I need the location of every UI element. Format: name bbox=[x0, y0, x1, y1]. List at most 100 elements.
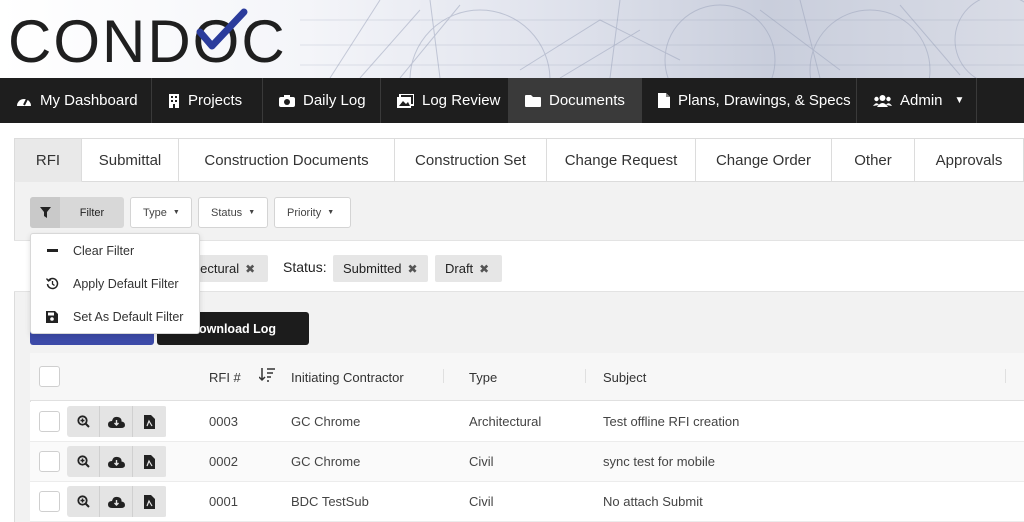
table-row[interactable]: 0003 GC Chrome Architectural Test offlin… bbox=[30, 402, 1024, 442]
cell-type: Civil bbox=[469, 494, 494, 509]
nav-log-review[interactable]: Log Review bbox=[381, 78, 509, 123]
nav-my-dashboard[interactable]: My Dashboard bbox=[0, 78, 152, 123]
column-divider bbox=[585, 369, 586, 383]
column-header-type[interactable]: Type bbox=[469, 370, 497, 385]
cell-rfi-number: 0001 bbox=[209, 494, 238, 509]
cell-rfi-number: 0003 bbox=[209, 414, 238, 429]
cell-subject: sync test for mobile bbox=[603, 454, 715, 469]
remove-filter-icon[interactable]: ✖ bbox=[408, 262, 418, 276]
zoom-icon[interactable] bbox=[67, 486, 100, 517]
select-all-checkbox[interactable] bbox=[39, 366, 60, 387]
tab-change-order[interactable]: Change Order bbox=[696, 138, 832, 182]
column-divider bbox=[1005, 369, 1006, 383]
status-chip-submitted: Submitted ✖ bbox=[333, 255, 428, 282]
menu-item-label: Set As Default Filter bbox=[73, 309, 184, 324]
chip-label: Submitted bbox=[343, 261, 402, 276]
users-icon bbox=[873, 94, 892, 107]
caret-down-icon: ▼ bbox=[172, 209, 180, 216]
nav-label: Log Review bbox=[422, 92, 501, 109]
cell-contractor: BDC TestSub bbox=[291, 494, 369, 509]
nav-label: My Dashboard bbox=[40, 92, 138, 109]
status-filter-dropdown[interactable]: Status ▼ bbox=[198, 197, 268, 228]
filter-icon bbox=[30, 197, 60, 228]
folder-icon bbox=[525, 94, 541, 107]
row-checkbox[interactable] bbox=[39, 451, 60, 472]
main-nav: My Dashboard Projects Daily Log Log Revi… bbox=[0, 78, 1024, 123]
tab-other[interactable]: Other bbox=[832, 138, 915, 182]
remove-filter-icon[interactable]: ✖ bbox=[245, 262, 255, 276]
cloud-download-icon[interactable] bbox=[100, 486, 133, 517]
cell-subject: Test offline RFI creation bbox=[603, 414, 740, 429]
images-icon bbox=[397, 93, 414, 108]
header-banner: CONDOC bbox=[0, 0, 1024, 78]
menu-item-clear-filter[interactable]: Clear Filter bbox=[31, 234, 199, 267]
save-icon bbox=[45, 310, 59, 323]
type-filter-label: Type bbox=[143, 206, 167, 219]
chevron-down-icon: ▼ bbox=[954, 95, 965, 106]
type-filter-dropdown[interactable]: Type ▼ bbox=[130, 197, 192, 228]
tab-approvals[interactable]: Approvals bbox=[915, 138, 1024, 182]
menu-item-label: Apply Default Filter bbox=[73, 276, 179, 291]
nav-documents[interactable]: Documents bbox=[509, 78, 642, 123]
row-actions bbox=[67, 406, 167, 437]
table-row[interactable]: 0001 BDC TestSub Civil No attach Submit bbox=[30, 482, 1024, 522]
column-header-contractor[interactable]: Initiating Contractor bbox=[291, 370, 404, 385]
row-checkbox[interactable] bbox=[39, 491, 60, 512]
pdf-file-icon[interactable] bbox=[133, 486, 166, 517]
tab-change-request[interactable]: Change Request bbox=[547, 138, 696, 182]
file-icon bbox=[658, 93, 670, 108]
filter-button[interactable]: Filter bbox=[30, 197, 124, 228]
tab-submittal[interactable]: Submittal bbox=[82, 138, 179, 182]
nav-admin[interactable]: Admin ▼ bbox=[857, 78, 977, 123]
menu-item-apply-default-filter[interactable]: Apply Default Filter bbox=[31, 267, 199, 300]
cell-type: Civil bbox=[469, 454, 494, 469]
cell-rfi-number: 0002 bbox=[209, 454, 238, 469]
zoom-icon[interactable] bbox=[67, 446, 100, 477]
nav-label: Documents bbox=[549, 92, 625, 109]
zoom-icon[interactable] bbox=[67, 406, 100, 437]
filter-label: Filter bbox=[79, 206, 105, 219]
menu-item-set-default-filter[interactable]: Set As Default Filter bbox=[31, 300, 199, 333]
building-icon bbox=[168, 93, 180, 108]
row-actions bbox=[67, 486, 167, 517]
caret-down-icon: ▼ bbox=[248, 209, 256, 216]
caret-down-icon: ▼ bbox=[327, 209, 335, 216]
tab-construction-documents[interactable]: Construction Documents bbox=[179, 138, 395, 182]
nav-label: Projects bbox=[188, 92, 243, 109]
filter-dropdown-menu: Clear Filter Apply Default Filter Set As… bbox=[30, 233, 200, 334]
cell-contractor: GC Chrome bbox=[291, 454, 361, 469]
sort-icon[interactable] bbox=[258, 368, 275, 387]
cell-subject: No attach Submit bbox=[603, 494, 703, 509]
tab-rfi[interactable]: RFI bbox=[14, 138, 82, 182]
status-chip-draft: Draft ✖ bbox=[435, 255, 502, 282]
cloud-download-icon[interactable] bbox=[100, 406, 133, 437]
dashboard-icon bbox=[16, 94, 32, 108]
nav-label: Plans, Drawings, & Specs bbox=[678, 92, 851, 109]
nav-projects[interactable]: Projects bbox=[152, 78, 263, 123]
row-actions bbox=[67, 446, 167, 477]
document-tabs: RFI Submittal Construction Documents Con… bbox=[14, 138, 1024, 182]
nav-plans-drawings-specs[interactable]: Plans, Drawings, & Specs bbox=[642, 78, 857, 123]
chip-label: Draft bbox=[445, 261, 474, 276]
pdf-file-icon[interactable] bbox=[133, 446, 166, 477]
minus-icon bbox=[45, 249, 59, 252]
camera-icon bbox=[279, 94, 295, 107]
nav-daily-log[interactable]: Daily Log bbox=[263, 78, 381, 123]
column-header-rfi[interactable]: RFI # bbox=[209, 370, 241, 385]
column-header-subject[interactable]: Subject bbox=[603, 370, 646, 385]
pdf-file-icon[interactable] bbox=[133, 406, 166, 437]
row-checkbox[interactable] bbox=[39, 411, 60, 432]
table-header: RFI # Initiating Contractor Type Subject bbox=[30, 353, 1024, 401]
menu-item-label: Clear Filter bbox=[73, 243, 135, 258]
table-row[interactable]: 0002 GC Chrome Civil sync test for mobil… bbox=[30, 442, 1024, 482]
nav-label: Admin bbox=[900, 92, 943, 109]
priority-filter-dropdown[interactable]: Priority ▼ bbox=[274, 197, 351, 228]
remove-filter-icon[interactable]: ✖ bbox=[479, 262, 489, 276]
cloud-download-icon[interactable] bbox=[100, 446, 133, 477]
status-filter-label: Status bbox=[211, 206, 243, 219]
status-filter-title: Status: bbox=[283, 259, 327, 275]
history-icon bbox=[45, 277, 59, 290]
column-divider bbox=[443, 369, 444, 383]
nav-label: Daily Log bbox=[303, 92, 366, 109]
tab-construction-set[interactable]: Construction Set bbox=[395, 138, 547, 182]
